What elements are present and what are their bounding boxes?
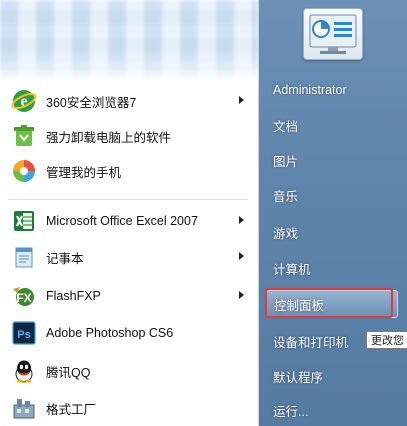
menu-item-qq[interactable]: 腾讯QQ bbox=[4, 354, 252, 388]
photoshop-icon: Ps bbox=[10, 319, 38, 347]
places-item-pictures[interactable]: 图片 bbox=[266, 147, 396, 173]
phone-manager-icon bbox=[10, 157, 38, 185]
menu-item-flashfxp[interactable]: FX FlashFXP bbox=[4, 279, 252, 313]
start-menu-programs-panel: e 360安全浏览器7 强力卸载电脑上的软件 管理我的手机 Microsoft … bbox=[0, 0, 259, 426]
uninstall-icon bbox=[10, 122, 38, 150]
submenu-arrow-icon bbox=[239, 96, 244, 104]
flashfxp-icon: FX bbox=[10, 282, 38, 310]
places-item-label: 音乐 bbox=[273, 189, 299, 204]
places-item-label: 默认程序 bbox=[273, 370, 324, 385]
menu-item-label: 记事本 bbox=[46, 251, 84, 266]
places-item-run[interactable]: 运行... bbox=[266, 397, 396, 423]
places-item-default-programs[interactable]: 默认程序 bbox=[266, 363, 396, 389]
places-item-music[interactable]: 音乐 bbox=[266, 182, 396, 208]
menu-item-label: Microsoft Office Excel 2007 bbox=[46, 214, 198, 228]
qq-icon bbox=[10, 357, 38, 385]
pinned-programs-blurred bbox=[0, 0, 258, 80]
submenu-arrow-icon bbox=[239, 216, 244, 224]
menu-item-label: 强力卸载电脑上的软件 bbox=[46, 130, 172, 145]
submenu-arrow-icon bbox=[239, 252, 244, 260]
menu-item-format-factory[interactable]: 格式工厂 bbox=[4, 391, 252, 425]
user-picture-control-panel-icon[interactable] bbox=[303, 8, 363, 60]
places-item-administrator[interactable]: Administrator bbox=[266, 77, 396, 103]
ie-360-icon: e bbox=[10, 87, 38, 115]
menu-item-phone-manager[interactable]: 管理我的手机 bbox=[4, 154, 252, 188]
submenu-arrow-icon bbox=[239, 291, 244, 299]
notepad-icon bbox=[10, 243, 38, 271]
places-item-label: 设备和打印机 bbox=[273, 335, 349, 350]
annotation-highlight-box bbox=[265, 288, 393, 318]
places-item-label: 计算机 bbox=[273, 262, 311, 277]
menu-item-label: Adobe Photoshop CS6 bbox=[46, 326, 174, 340]
menu-item-360-browser[interactable]: e 360安全浏览器7 bbox=[4, 84, 252, 118]
places-item-label: 文档 bbox=[273, 119, 299, 134]
svg-text:Ps: Ps bbox=[17, 329, 30, 341]
excel-icon bbox=[10, 207, 38, 235]
menu-item-uninstaller[interactable]: 强力卸载电脑上的软件 bbox=[4, 119, 252, 153]
menu-item-label: 格式工厂 bbox=[46, 402, 97, 417]
menu-item-label: FlashFXP bbox=[46, 289, 101, 303]
format-factory-icon bbox=[10, 394, 38, 422]
menu-item-label: 管理我的手机 bbox=[46, 165, 122, 180]
svg-text:FX: FX bbox=[16, 291, 31, 305]
places-item-label: 游戏 bbox=[273, 226, 299, 241]
places-item-documents[interactable]: 文档 bbox=[266, 112, 396, 138]
menu-item-notepad[interactable]: 记事本 bbox=[4, 240, 252, 274]
menu-item-excel[interactable]: Microsoft Office Excel 2007 bbox=[4, 204, 252, 238]
menu-item-photoshop[interactable]: Ps Adobe Photoshop CS6 bbox=[4, 316, 252, 350]
menu-item-label: 360安全浏览器7 bbox=[46, 95, 137, 110]
places-item-label: 图片 bbox=[273, 154, 299, 169]
places-item-label: Administrator bbox=[273, 83, 347, 97]
places-item-games[interactable]: 游戏 bbox=[266, 219, 396, 245]
menu-separator bbox=[8, 199, 248, 200]
tooltip: 更改您 bbox=[366, 331, 407, 349]
places-item-computer[interactable]: 计算机 bbox=[266, 255, 396, 281]
menu-item-label: 腾讯QQ bbox=[46, 365, 91, 380]
places-item-label: 运行... bbox=[273, 404, 309, 419]
